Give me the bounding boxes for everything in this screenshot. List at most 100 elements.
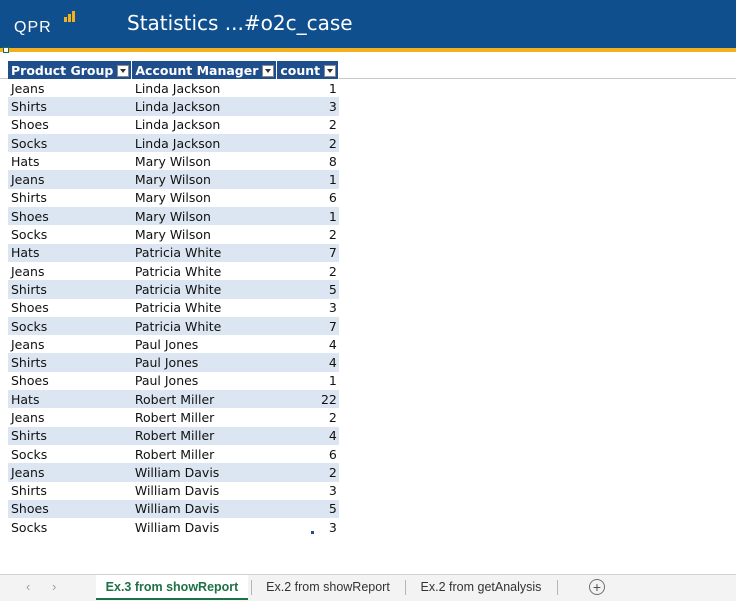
cell-product-group[interactable]: Socks — [8, 444, 132, 464]
cell-count[interactable]: 3 — [276, 518, 339, 537]
sheet-tab-ex3-showreport[interactable]: Ex.3 from showReport — [96, 575, 248, 600]
cell-account-manager[interactable]: Paul Jones — [131, 353, 277, 372]
table-row: Jeans Robert Miller 2 — [8, 408, 339, 427]
cell-account-manager[interactable]: Patricia White — [131, 243, 277, 262]
cell-product-group[interactable]: Socks — [8, 518, 132, 537]
cell-count[interactable]: 2 — [276, 115, 339, 134]
cell-count[interactable]: 3 — [276, 481, 339, 500]
cell-count[interactable]: 7 — [276, 243, 339, 262]
cell-account-manager[interactable]: Paul Jones — [131, 335, 277, 354]
cell-count[interactable]: 4 — [276, 426, 339, 445]
cell-product-group[interactable]: Shoes — [8, 207, 132, 226]
page-title: Statistics ...#o2c_case — [127, 11, 353, 35]
cell-count[interactable]: 6 — [276, 444, 339, 464]
cell-account-manager[interactable]: Robert Miller — [131, 444, 277, 464]
table-row: Hats Robert Miller 22 — [8, 390, 339, 409]
cell-account-manager[interactable]: Patricia White — [131, 261, 277, 281]
cell-account-manager[interactable]: William Davis — [131, 518, 277, 537]
cell-account-manager[interactable]: Mary Wilson — [131, 152, 277, 171]
cell-count[interactable]: 2 — [276, 408, 339, 427]
plus-circle-icon[interactable]: + — [589, 579, 605, 595]
cell-count[interactable]: 22 — [276, 390, 339, 409]
cell-product-group[interactable]: Socks — [8, 225, 132, 244]
cell-account-manager[interactable]: Patricia White — [131, 316, 277, 336]
tab-separator — [405, 580, 406, 595]
cell-count[interactable]: 4 — [276, 335, 339, 354]
cell-count[interactable]: 2 — [276, 261, 339, 281]
cell-count[interactable]: 3 — [276, 298, 339, 317]
cell-account-manager[interactable]: William Davis — [131, 463, 277, 482]
cell-product-group[interactable]: Hats — [8, 390, 132, 409]
cell-product-group[interactable]: Socks — [8, 316, 132, 336]
cell-product-group[interactable]: Jeans — [8, 79, 132, 98]
column-header-account-manager[interactable]: Account Manager — [131, 61, 278, 79]
cell-account-manager[interactable]: Robert Miller — [131, 408, 277, 427]
cell-product-group[interactable]: Shirts — [8, 188, 132, 208]
table-row: Socks Patricia White 7 — [8, 316, 339, 336]
cell-product-group[interactable]: Shirts — [8, 97, 132, 116]
cell-account-manager[interactable]: Robert Miller — [131, 390, 277, 409]
chevron-right-icon[interactable]: › — [52, 579, 56, 594]
cell-product-group[interactable]: Shoes — [8, 499, 132, 519]
sheet-tab-ex2-getanalysis[interactable]: Ex.2 from getAnalysis — [408, 575, 554, 600]
cell-count[interactable]: 6 — [276, 188, 339, 208]
chevron-left-icon[interactable]: ‹ — [26, 579, 30, 594]
table-resize-handle[interactable] — [311, 531, 314, 534]
column-header-product-group[interactable]: Product Group — [8, 61, 133, 79]
cell-product-group[interactable]: Shirts — [8, 481, 132, 500]
cell-account-manager[interactable]: Linda Jackson — [131, 97, 277, 116]
table-header-row: Product Group Account Manager count — [8, 61, 340, 79]
cell-product-group[interactable]: Hats — [8, 243, 132, 262]
cell-count[interactable]: 5 — [276, 280, 339, 299]
cell-account-manager[interactable]: Linda Jackson — [131, 133, 277, 153]
cell-product-group[interactable]: Shirts — [8, 280, 132, 299]
cell-count[interactable]: 1 — [276, 371, 339, 391]
tab-separator — [557, 580, 558, 595]
cell-count[interactable]: 4 — [276, 353, 339, 372]
table-row: Jeans Mary Wilson 1 — [8, 170, 339, 189]
cell-count[interactable]: 7 — [276, 316, 339, 336]
cell-product-group[interactable]: Shirts — [8, 426, 132, 445]
cell-account-manager[interactable]: Mary Wilson — [131, 188, 277, 208]
cell-count[interactable]: 3 — [276, 97, 339, 116]
cell-count[interactable]: 2 — [276, 133, 339, 153]
cell-account-manager[interactable]: Robert Miller — [131, 426, 277, 445]
cell-product-group[interactable]: Jeans — [8, 408, 132, 427]
cell-count[interactable]: 1 — [276, 207, 339, 226]
cell-account-manager[interactable]: Linda Jackson — [131, 79, 277, 98]
cell-account-manager[interactable]: Mary Wilson — [131, 225, 277, 244]
cell-product-group[interactable]: Socks — [8, 133, 132, 153]
cell-product-group[interactable]: Shirts — [8, 353, 132, 372]
table-row: Socks Robert Miller 6 — [8, 444, 339, 464]
cell-account-manager[interactable]: Linda Jackson — [131, 115, 277, 134]
cell-account-manager[interactable]: William Davis — [131, 499, 277, 519]
filter-dropdown-icon[interactable] — [262, 65, 275, 77]
column-header-count[interactable]: count — [276, 61, 340, 79]
cell-account-manager[interactable]: Patricia White — [131, 298, 277, 317]
cell-product-group[interactable]: Hats — [8, 152, 132, 171]
cell-product-group[interactable]: Shoes — [8, 298, 132, 317]
cell-product-group[interactable]: Jeans — [8, 335, 132, 354]
cell-product-group[interactable]: Jeans — [8, 463, 132, 482]
cell-count[interactable]: 5 — [276, 499, 339, 519]
cell-account-manager[interactable]: William Davis — [131, 481, 277, 500]
table-row: Shirts Linda Jackson 3 — [8, 97, 339, 116]
cell-product-group[interactable]: Shoes — [8, 371, 132, 391]
cell-count[interactable]: 8 — [276, 152, 339, 171]
cell-count[interactable]: 1 — [276, 79, 339, 98]
cell-count[interactable]: 2 — [276, 225, 339, 244]
table-row: Shoes Patricia White 3 — [8, 298, 339, 317]
cell-product-group[interactable]: Jeans — [8, 261, 132, 281]
cell-account-manager[interactable]: Mary Wilson — [131, 207, 277, 226]
filter-dropdown-icon[interactable] — [117, 65, 130, 77]
filter-dropdown-icon[interactable] — [324, 65, 337, 77]
sheet-tab-ex2-showreport[interactable]: Ex.2 from showReport — [254, 575, 402, 600]
cell-product-group[interactable]: Shoes — [8, 115, 132, 134]
cell-count[interactable]: 1 — [276, 170, 339, 189]
cell-account-manager[interactable]: Paul Jones — [131, 371, 277, 391]
cell-count[interactable]: 2 — [276, 463, 339, 482]
cell-account-manager[interactable]: Mary Wilson — [131, 170, 277, 189]
cell-product-group[interactable]: Jeans — [8, 170, 132, 189]
cell-account-manager[interactable]: Patricia White — [131, 280, 277, 299]
table-row: Shoes Mary Wilson 1 — [8, 207, 339, 226]
